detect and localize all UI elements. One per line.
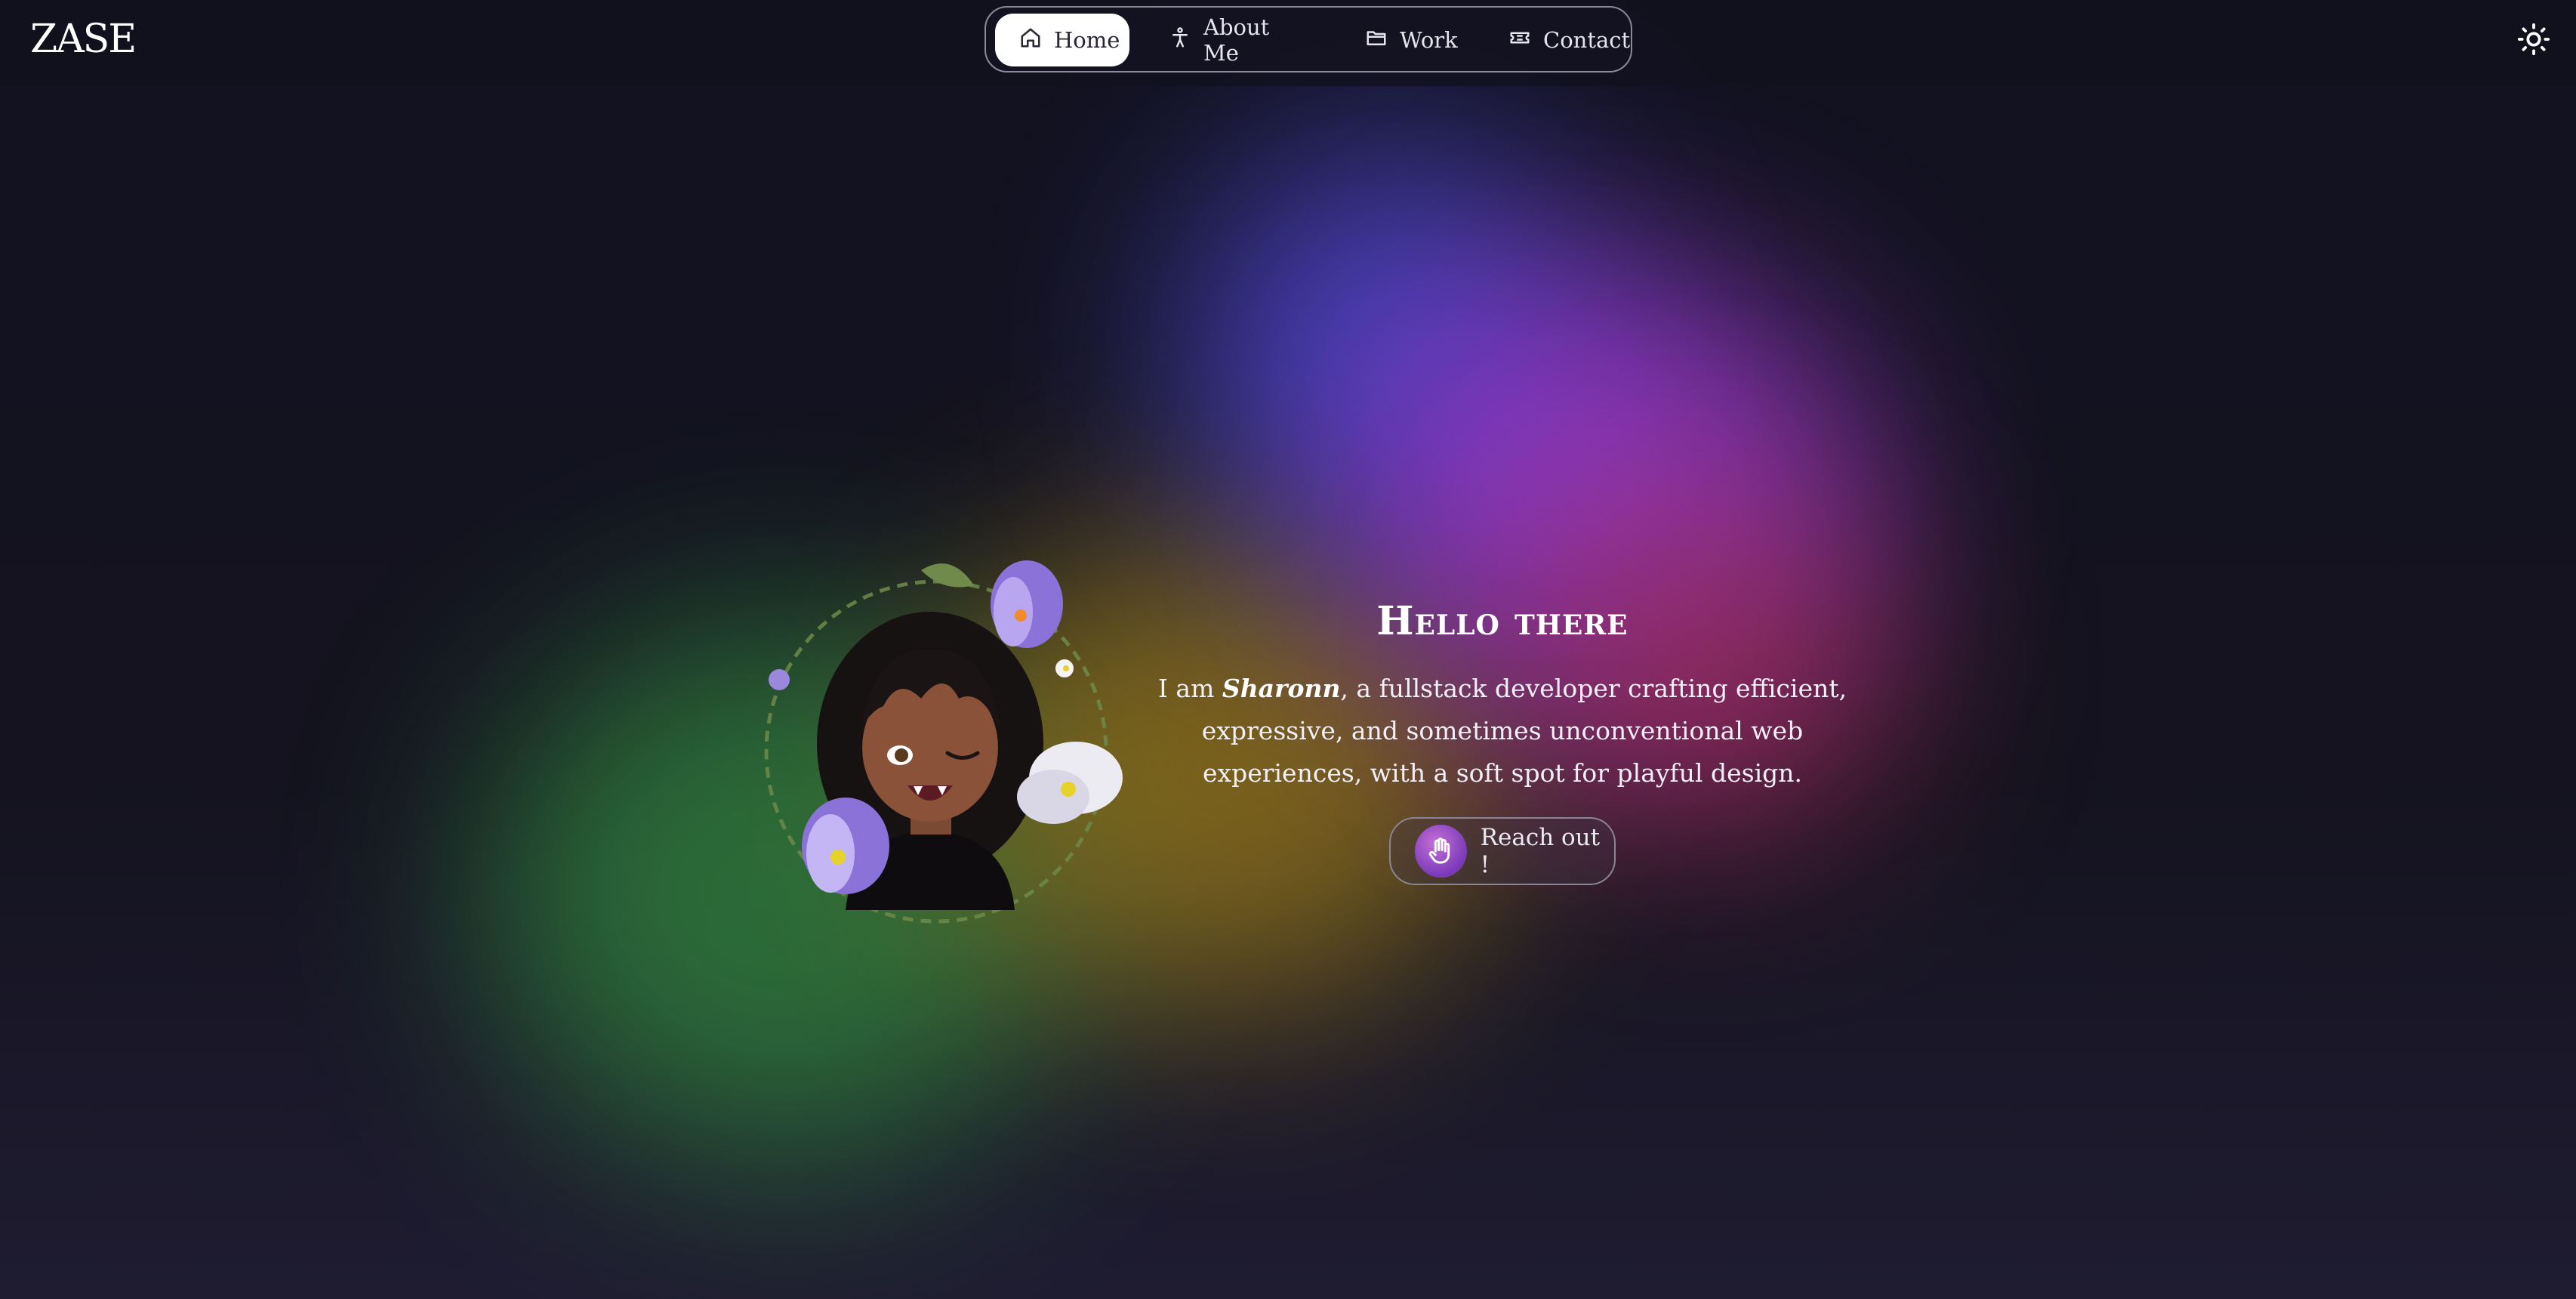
page: ZASE Home About Me Work Contact Hello th… [0, 0, 2576, 1299]
avatar-illustration [732, 555, 1155, 933]
site-logo[interactable]: ZASE [30, 17, 137, 62]
nav-label-home: Home [1054, 27, 1120, 53]
nav-item-contact[interactable]: Contact [1484, 14, 1631, 66]
theme-toggle-button[interactable] [2513, 20, 2555, 62]
nav-label-work: Work [1400, 27, 1458, 53]
nav-item-work[interactable]: Work [1341, 14, 1477, 66]
reach-out-label: Reach out ! [1480, 824, 1601, 878]
hero-intro-prefix: I am [1157, 674, 1222, 703]
site-header: ZASE Home About Me Work Contact [0, 0, 2576, 86]
hero-intro: I am Sharonn, a fullstack developer craf… [1148, 668, 1857, 795]
hero-title: Hello there [1376, 598, 1628, 644]
nav-label-about-me: About Me [1203, 14, 1270, 66]
nav-item-about-me[interactable]: About Me [1145, 14, 1333, 66]
reach-out-button[interactable]: Reach out ! [1389, 817, 1616, 885]
main-nav: Home About Me Work Contact [984, 6, 1632, 73]
hand-icon [1415, 825, 1467, 878]
sun-icon [2516, 22, 2551, 60]
nav-item-home[interactable]: Home [995, 14, 1129, 66]
ticket-icon [1508, 26, 1531, 54]
nav-label-contact: Contact [1543, 27, 1631, 53]
home-icon [1019, 26, 1042, 54]
flower-left [802, 798, 889, 894]
hero-name: Sharonn [1222, 674, 1341, 703]
folder-icon [1365, 26, 1388, 54]
person-icon [1169, 26, 1191, 54]
flower-top [991, 560, 1063, 648]
